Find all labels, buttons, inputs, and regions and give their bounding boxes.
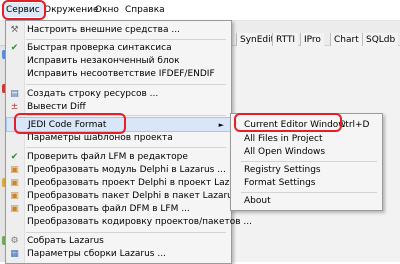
menu-separator [26, 232, 226, 233]
menu-separator [26, 84, 226, 85]
check-icon: ✔ [10, 152, 19, 162]
tab-sqldb-label: SQLdb [366, 35, 396, 45]
submenu-item-all-open-windows[interactable]: All Open Windows [231, 146, 382, 159]
menu-item-label: Исправить несоответствие IFDEF/ENDIF [27, 69, 215, 79]
tab-rtti[interactable]: RTTI [272, 33, 299, 47]
submenu-item-all-files-in-project[interactable]: All Files in Project [231, 133, 382, 146]
submenu-item-label: Registry Settings [244, 165, 321, 175]
submenu-item-format-settings[interactable]: Format Settings [231, 177, 382, 190]
tab-chart[interactable]: Chart [330, 33, 362, 47]
menu-item-label: Параметры сборки Lazarus ... [27, 249, 166, 259]
menu-item-label: Преобразовать кодировку проектов/пакетов… [27, 217, 253, 227]
menu-item-convert-delphi-package[interactable]: ▣ Преобразовать пакет Delphi в пакет Laz… [6, 190, 249, 203]
convert-icon: ▣ [10, 191, 19, 201]
submenu-item-about[interactable]: About [231, 195, 382, 208]
submenu-item-label: All Open Windows [244, 147, 326, 157]
menu-item-label: Исправить незаконченный блок [27, 56, 180, 66]
menu-item-convert-dfm-to-lfm[interactable]: ▣ Преобразовать файл DFM в LFM ... [6, 203, 231, 216]
menu-item-create-resource-string[interactable]: ▤ Создать строку ресурсов ... [6, 88, 231, 101]
menu-item-label: Настроить внешние средства ... [27, 25, 180, 35]
menu-item-fix-unclosed-block[interactable]: Исправить незаконченный блок [6, 55, 231, 68]
menu-item-label: Преобразовать файл DFM в LFM ... [27, 204, 190, 214]
menu-item-external-tools[interactable]: ⚒ Настроить внешние средства ... [6, 24, 231, 37]
menu-item-label: Преобразовать модуль Delphi в Lazarus ..… [27, 165, 226, 175]
menu-help[interactable]: Справка [125, 3, 165, 17]
menu-help-label: Справка [125, 5, 165, 15]
menu-item-label: Создать строку ресурсов ... [27, 89, 159, 99]
menu-item-label: Быстрая проверка синтаксиса [27, 43, 172, 53]
menu-window-label: Окно [95, 5, 119, 15]
convert-icon: ▣ [10, 204, 19, 214]
tools-icon: ⚒ [10, 25, 19, 35]
submenu-arrow-icon: ► [218, 121, 224, 129]
tab-synedit[interactable]: SynEdit [236, 33, 278, 47]
menu-item-label: Проверить файл LFM в редакторе [27, 152, 188, 162]
menu-item-fix-ifdef[interactable]: Исправить несоответствие IFDEF/ENDIF [6, 68, 231, 81]
menu-item-convert-delphi-project[interactable]: ▣ Преобразовать проект Delphi в проект L… [6, 177, 260, 190]
annotation-current-editor-highlight [234, 113, 342, 132]
convert-icon: ▣ [10, 165, 19, 175]
diff-icon: ± [10, 102, 19, 112]
menu-item-build-options[interactable]: ▦ Параметры сборки Lazarus ... [6, 248, 231, 261]
submenu-item-registry-settings[interactable]: Registry Settings [231, 164, 382, 177]
menu-item-label: Преобразовать проект Delphi в проект Laz… [27, 178, 261, 188]
menu-environment[interactable]: Окружение [44, 3, 98, 17]
tab-chart-label: Chart [334, 35, 359, 45]
tab-ipro-label: IPro [304, 35, 321, 45]
service-menu: ⚒ Настроить внешние средства ... ✔ Быстр… [5, 20, 260, 264]
resource-icon: ▤ [10, 89, 19, 99]
submenu-separator [241, 161, 377, 162]
menu-item-convert-delphi-unit[interactable]: ▣ Преобразовать модуль Delphi в Lazarus … [6, 164, 231, 177]
menu-item-label: Преобразовать пакет Delphi в пакет Lazar… [27, 191, 249, 201]
tab-rtti-label: RTTI [276, 35, 296, 45]
menu-environment-label: Окружение [44, 5, 99, 15]
build-icon: ⚙ [10, 236, 19, 246]
tab-synedit-label: SynEdit [240, 35, 275, 45]
menu-window[interactable]: Окно [95, 3, 119, 17]
tab-sqldb[interactable]: SQLdb [362, 33, 399, 47]
shortcut-label: Ctrl+D [339, 120, 370, 130]
menu-separator [26, 39, 226, 40]
menu-item-check-lfm[interactable]: ✔ Проверить файл LFM в редакторе [6, 151, 231, 164]
menu-bar: Сервис Окружение Окно Справка [0, 0, 400, 21]
convert-icon: ▣ [10, 178, 19, 188]
build-options-icon: ▦ [10, 249, 19, 259]
submenu-item-label: Format Settings [244, 178, 316, 188]
submenu-item-label: All Files in Project [244, 134, 323, 144]
annotation-service-highlight [2, 0, 46, 20]
tab-ipro[interactable]: IPro [300, 33, 324, 47]
menu-item-convert-encoding[interactable]: Преобразовать кодировку проектов/пакетов… [6, 216, 252, 229]
submenu-separator [241, 192, 377, 193]
menu-item-build-lazarus[interactable]: ⚙ Собрать Lazarus [6, 235, 231, 248]
menu-separator [26, 147, 226, 148]
check-icon: ✔ [10, 43, 19, 53]
menu-item-label: Собрать Lazarus [27, 236, 104, 246]
menu-item-quick-syntax-check[interactable]: ✔ Быстрая проверка синтаксиса [6, 42, 231, 55]
submenu-item-label: About [244, 196, 271, 206]
annotation-jedi-highlight [14, 113, 126, 134]
